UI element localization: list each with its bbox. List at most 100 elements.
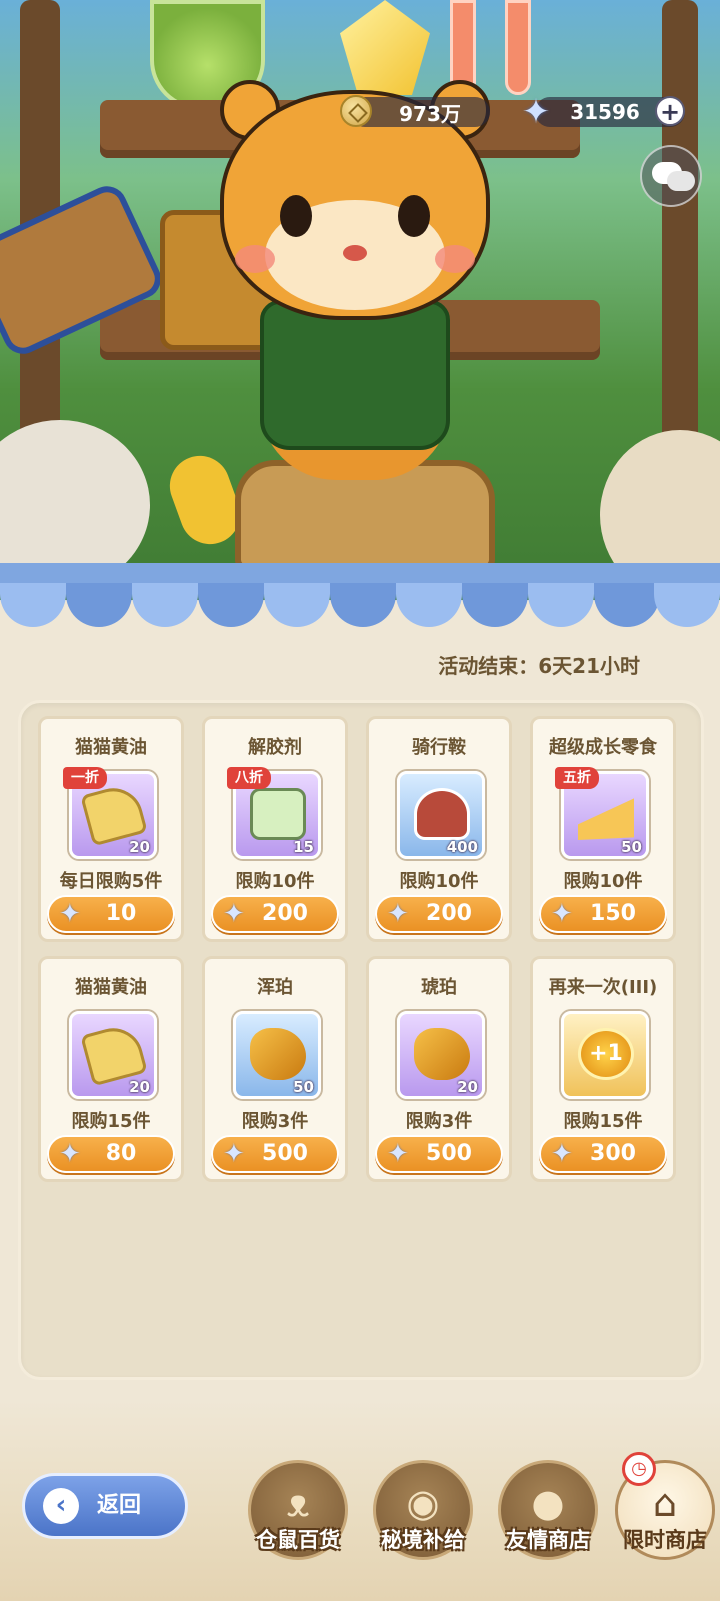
item-quantity: 15 [293,838,314,856]
price-value: 150 [590,901,636,926]
awning-scallop [66,583,132,627]
add-currency-button[interactable]: + [655,96,685,126]
item-icon-frame: +1 [561,1011,649,1099]
tab-secret-supply[interactable]: ◉ 秘境补给 [368,1460,478,1580]
discount-badge: 一折 [63,767,107,789]
awning-scallop [528,583,594,627]
retry-token-icon: +1 [578,1028,634,1080]
price-value: 300 [590,1141,636,1166]
star-currency-icon: ✦ [551,899,573,929]
item-icon-frame: 50 [233,1011,321,1099]
clock-alert-icon: ◷ [622,1452,656,1486]
shop-item-card[interactable]: 琥珀 20 限购3件 ✦ 500 [366,956,512,1182]
buy-button[interactable]: ✦ 500 [211,1135,339,1173]
price-value: 200 [262,901,308,926]
tab-label: 秘境补给 [381,1528,465,1552]
star-currency-icon: ✦ [551,1139,573,1169]
shop-item-card[interactable]: 解胶剂 八折 15 限购10件 ✦ 200 [202,716,348,942]
back-label: 返回 [97,1493,142,1518]
hamster-cheek [435,245,475,273]
shop-item-card[interactable]: 猫猫黄油 一折 20 每日限购5件 ✦ 10 [38,716,184,942]
tab-hamster-store[interactable]: ᴥ 仓鼠百货 [243,1460,353,1580]
coin-icon [340,95,372,127]
coin-amount: 973万 [399,101,461,126]
hamster-vest [260,300,450,450]
price-value: 10 [105,901,137,926]
tab-friendship-shop[interactable]: ● 友情商店 [493,1460,603,1580]
tab-label: 友情商店 [506,1528,590,1552]
buy-button[interactable]: ✦ 80 [47,1135,175,1173]
hamster-eye [280,195,312,237]
tab-label: 限时商店 [623,1528,707,1552]
awning-scallop [594,583,660,627]
item-name: 超级成长零食 [549,737,657,758]
shop-item-card[interactable]: 超级成长零食 五折 50 限购10件 ✦ 150 [530,716,676,942]
event-timer: 活动结束：6天21小时 [438,654,640,678]
star-currency-icon: ✦ [59,899,81,929]
butter-icon [80,781,148,847]
star-currency-icon: ✦ [59,1139,81,1169]
butter-icon [80,1021,148,1087]
awning-scallop [198,583,264,627]
star-amount: 31596 [570,100,640,124]
item-icon-frame: 400 [397,771,485,859]
price-value: 500 [262,1141,308,1166]
item-name: 解胶剂 [248,737,302,758]
buy-button[interactable]: ✦ 300 [539,1135,667,1173]
discount-badge: 八折 [227,767,271,789]
item-quantity: 20 [457,1078,478,1096]
purchase-limit: 限购3件 [405,1111,473,1132]
awning-scallop [462,583,528,627]
item-quantity: 50 [293,1078,314,1096]
item-name: 骑行鞍 [412,737,466,758]
price-value: 200 [426,901,472,926]
awning-scallop [330,583,396,627]
purchase-limit: 限购10件 [563,871,643,892]
discount-badge: 五折 [555,767,599,789]
test-tube-decoration [505,0,531,95]
item-name: 猫猫黄油 [75,737,147,758]
star-currency-icon: ✦ [223,1139,245,1169]
purchase-limit: 限购10件 [399,871,479,892]
shop-awning [0,563,720,633]
shop-item-card[interactable]: 再来一次(III) +1 限购15件 ✦ 300 [530,956,676,1182]
awning-scallop [0,583,66,627]
buy-button[interactable]: ✦ 200 [375,895,503,933]
item-quantity: 50 [621,838,642,856]
shop-item-card[interactable]: 猫猫黄油 20 限购15件 ✦ 80 [38,956,184,1182]
awning-scallop [264,583,330,627]
chat-bubble-icon [667,171,695,191]
price-value: 500 [426,1141,472,1166]
star-currency-icon: ✦ [387,899,409,929]
price-value: 80 [105,1141,137,1166]
item-quantity: 20 [129,1078,150,1096]
tab-label: 仓鼠百货 [256,1528,340,1552]
awning-scallop [396,583,462,627]
awning-scallop [132,583,198,627]
buy-button[interactable]: ✦ 10 [47,895,175,933]
item-name: 琥珀 [421,977,457,998]
shop-item-card[interactable]: 骑行鞍 400 限购10件 ✦ 200 [366,716,512,942]
star-currency-icon: ✦ [223,899,245,929]
purchase-limit: 限购3件 [241,1111,309,1132]
item-name: 猫猫黄油 [75,977,147,998]
item-name: 再来一次(III) [548,977,658,998]
buy-button[interactable]: ✦ 150 [539,895,667,933]
buy-button[interactable]: ✦ 500 [375,1135,503,1173]
item-icon-frame: 20 [69,1011,157,1099]
item-quantity: 400 [446,838,478,856]
shop-scene-background [0,0,720,600]
item-quantity: 20 [129,838,150,856]
hamster-shopkeeper[interactable] [210,80,500,500]
shop-item-card[interactable]: 浑珀 50 限购3件 ✦ 500 [202,956,348,1182]
back-button[interactable]: ‹ 返回 [22,1473,188,1539]
item-icon-frame: 20 [397,1011,485,1099]
buy-button[interactable]: ✦ 200 [211,895,339,933]
shop-panel: 猫猫黄油 一折 20 每日限购5件 ✦ 10 解胶剂 八折 15 限购10件 ✦… [18,700,704,1380]
purchase-limit: 限购10件 [235,871,315,892]
item-name: 浑珀 [257,977,293,998]
purchase-limit: 限购15件 [71,1111,151,1132]
chat-button[interactable] [640,145,702,207]
saddle-icon [414,788,470,840]
amber-icon [414,1028,470,1080]
